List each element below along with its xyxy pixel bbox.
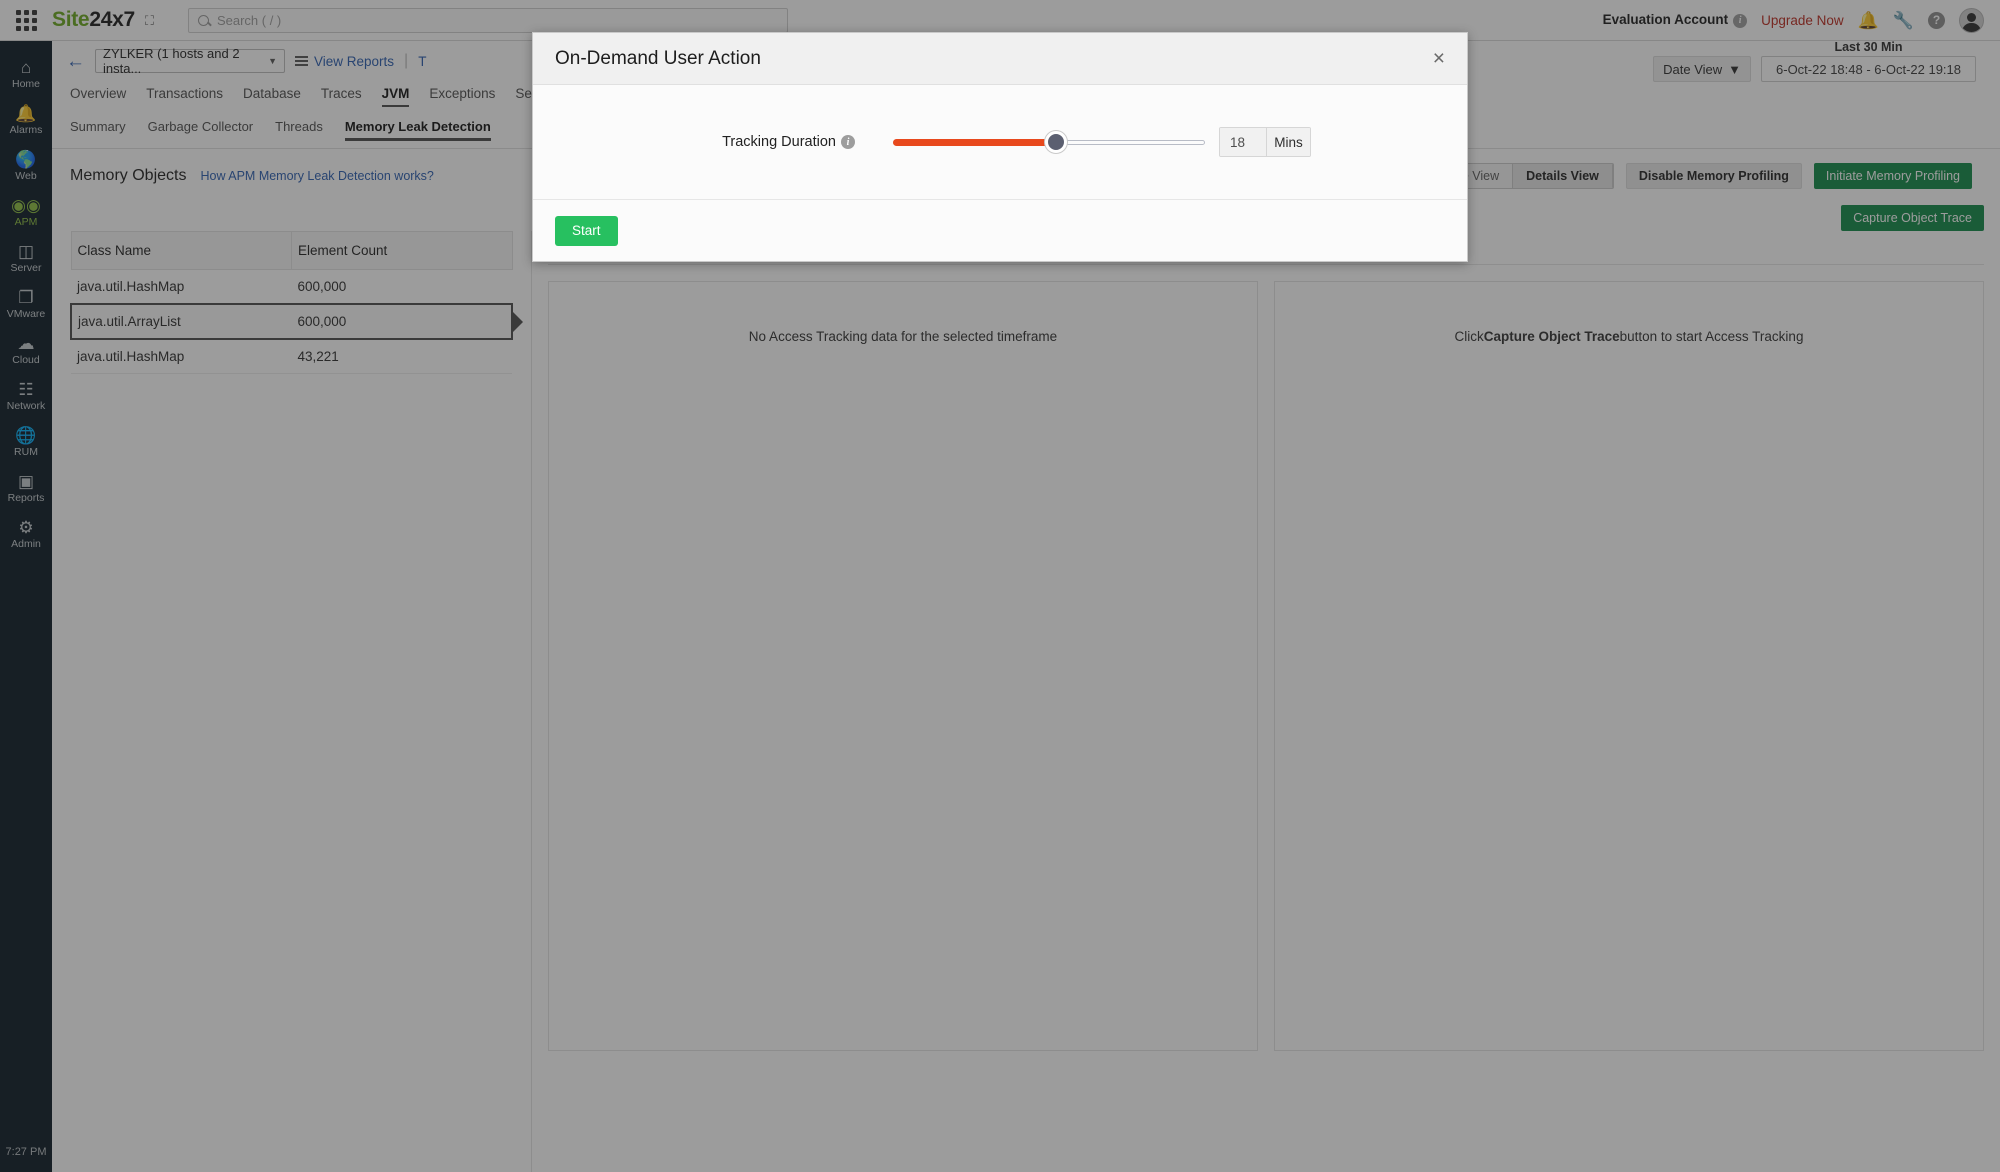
- duration-input-group: 18 Mins: [1219, 127, 1311, 157]
- dialog-title: On-Demand User Action: [555, 47, 761, 69]
- slider-thumb[interactable]: [1045, 131, 1067, 153]
- dialog-body: Tracking Duration i 18 Mins: [533, 85, 1467, 199]
- duration-value-input[interactable]: 18: [1220, 128, 1266, 156]
- dialog-header: On-Demand User Action ×: [533, 33, 1467, 85]
- dialog-footer: Start: [533, 199, 1467, 261]
- close-icon[interactable]: ×: [1433, 48, 1445, 69]
- tracking-duration-row: Tracking Duration i 18 Mins: [555, 127, 1445, 157]
- on-demand-user-action-dialog: On-Demand User Action × Tracking Duratio…: [532, 32, 1468, 262]
- slider-fill: [893, 138, 1056, 146]
- start-button[interactable]: Start: [555, 215, 618, 246]
- info-icon[interactable]: i: [841, 135, 855, 150]
- tracking-duration-label-text: Tracking Duration: [722, 134, 836, 150]
- duration-unit-label: Mins: [1266, 128, 1310, 156]
- app-root: Site24x7 ⛶ Search ( / ) Evaluation Accou…: [0, 0, 2000, 1172]
- tracking-duration-slider[interactable]: [893, 131, 1205, 153]
- tracking-duration-label: Tracking Duration i: [555, 134, 855, 150]
